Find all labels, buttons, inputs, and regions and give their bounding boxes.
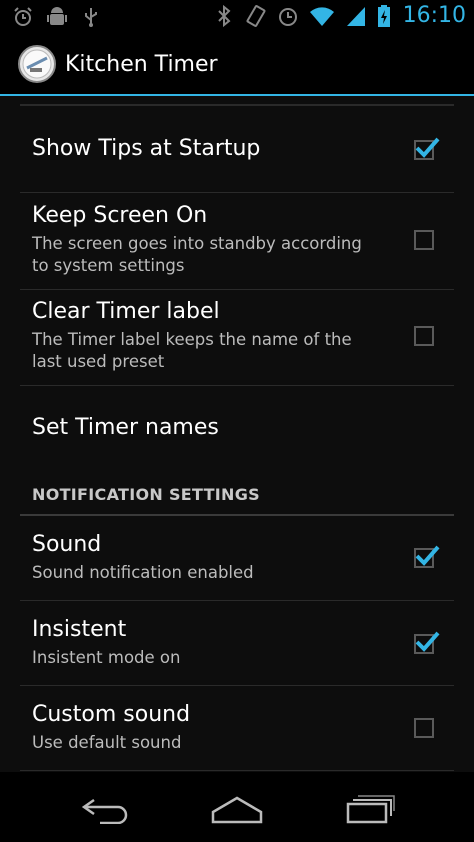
pref-title: Set Timer names <box>32 415 219 440</box>
pref-keep-screen-on[interactable]: Keep Screen On The screen goes into stan… <box>20 193 454 290</box>
pref-custom-sound[interactable]: Custom sound Use default sound <box>20 686 454 771</box>
pref-insistent[interactable]: Insistent Insistent mode on <box>20 601 454 686</box>
pref-sound[interactable]: Sound Sound notification enabled <box>20 516 454 601</box>
pref-title: Keep Screen On <box>32 203 208 228</box>
pref-title: Clear Timer label <box>32 299 220 324</box>
android-debug-icon <box>47 7 67 25</box>
checkmark-icon <box>415 545 440 566</box>
bluetooth-icon <box>217 4 231 27</box>
alarm-clock-icon <box>278 7 297 26</box>
pref-title: Sound <box>32 532 102 557</box>
status-bar: 16:10 <box>0 0 474 34</box>
pref-title: Insistent <box>32 617 127 642</box>
back-icon[interactable] <box>80 794 130 824</box>
insistent-checkbox[interactable] <box>414 631 440 654</box>
divider <box>20 104 454 106</box>
pref-clear-timer-label[interactable]: Clear Timer label The Timer label keeps … <box>20 290 454 386</box>
recents-icon[interactable] <box>344 794 396 824</box>
sound-checkbox[interactable] <box>414 545 440 568</box>
navigation-bar <box>0 772 474 842</box>
custom-sound-checkbox[interactable] <box>414 718 434 738</box>
pref-title: Show Tips at Startup <box>32 136 261 161</box>
keep-screen-on-checkbox[interactable] <box>414 230 434 250</box>
show-tips-checkbox[interactable] <box>414 137 440 160</box>
pref-set-timer-names[interactable]: Set Timer names <box>20 386 454 470</box>
app-title: Kitchen Timer <box>65 51 218 77</box>
battery-charging-icon <box>377 4 390 27</box>
pref-title: Custom sound <box>32 702 191 727</box>
signal-icon <box>346 6 365 26</box>
action-bar: Kitchen Timer <box>0 34 474 96</box>
usb-icon <box>85 8 97 27</box>
pref-summary: The screen goes into standby according t… <box>32 234 362 275</box>
alarm-icon <box>14 7 32 26</box>
settings-list[interactable]: Show Tips at Startup Keep Screen On The … <box>0 96 474 772</box>
pref-summary: Insistent mode on <box>32 648 181 667</box>
status-time: 16:10 <box>402 3 466 28</box>
checkmark-icon <box>415 631 440 652</box>
vibrate-icon <box>246 4 266 27</box>
clear-timer-label-checkbox[interactable] <box>414 326 434 346</box>
home-icon[interactable] <box>210 794 264 824</box>
checkmark-icon <box>415 137 440 158</box>
kitchen-timer-app-icon[interactable] <box>17 44 57 84</box>
pref-summary: Sound notification enabled <box>32 563 254 582</box>
pref-summary: Use default sound <box>32 733 182 752</box>
section-header-notifications: NOTIFICATION SETTINGS <box>32 485 261 504</box>
pref-show-tips[interactable]: Show Tips at Startup <box>20 108 454 193</box>
pref-summary: The Timer label keeps the name of the la… <box>32 330 352 371</box>
wifi-icon <box>309 6 334 26</box>
